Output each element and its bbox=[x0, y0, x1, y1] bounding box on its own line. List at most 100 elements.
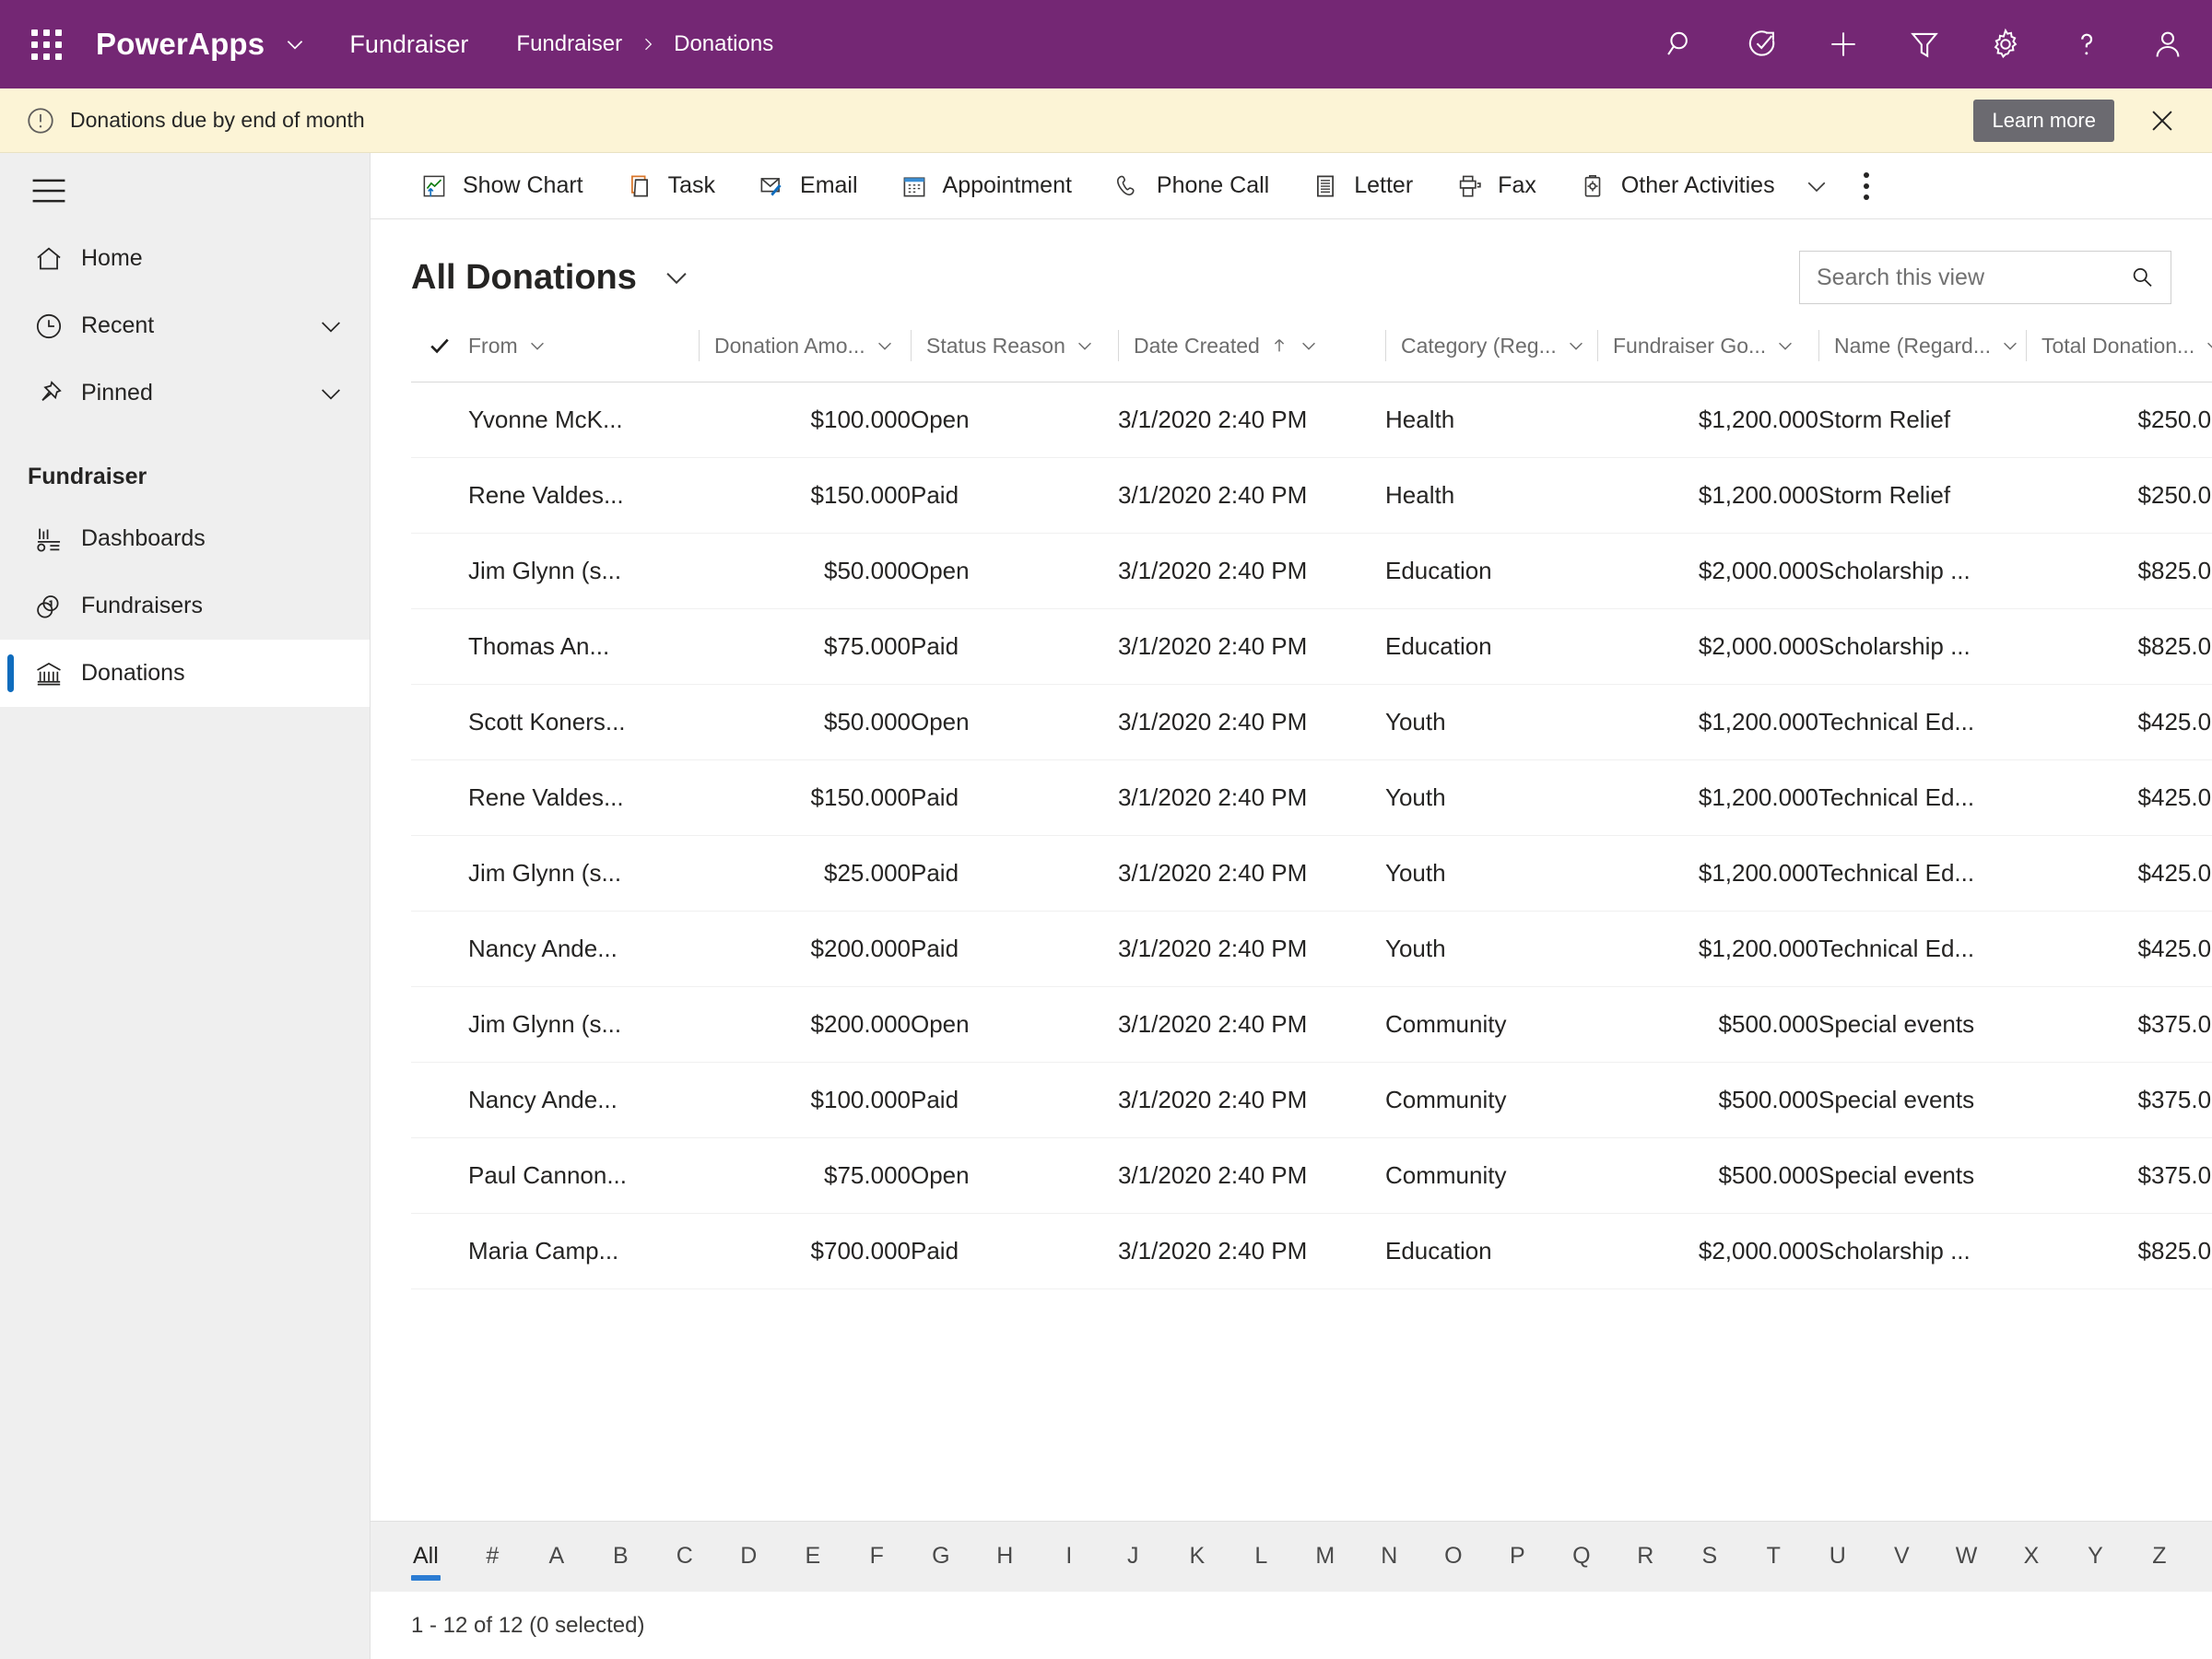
table-row[interactable]: Maria Camp... $700.000 Paid 3/1/2020 2:40 P… bbox=[411, 1213, 2212, 1289]
hamburger-menu-icon[interactable] bbox=[0, 153, 370, 225]
sidebar-item-home[interactable]: Home bbox=[0, 225, 370, 292]
command-appointment[interactable]: Appointment bbox=[878, 159, 1092, 213]
alpha-filter-g[interactable]: G bbox=[929, 1539, 953, 1573]
cell-from[interactable]: Maria Camp... bbox=[468, 1213, 699, 1289]
table-row[interactable]: Paul Cannon... $75.000 Open 3/1/2020 2:40 P… bbox=[411, 1137, 2212, 1214]
column-header-from[interactable]: From bbox=[468, 321, 699, 382]
user-avatar-icon[interactable] bbox=[2147, 24, 2188, 65]
row-select-cell[interactable] bbox=[411, 759, 468, 836]
cell-from[interactable]: Jim Glynn (s... bbox=[468, 533, 699, 609]
column-header-total-donations[interactable]: Total Donation... bbox=[2026, 321, 2212, 382]
row-select-cell[interactable] bbox=[411, 457, 468, 534]
alpha-filter-v[interactable]: V bbox=[1889, 1539, 1913, 1573]
chevron-down-icon[interactable] bbox=[875, 335, 895, 356]
table-row[interactable]: Jim Glynn (s... $25.000 Paid 3/1/2020 2:40 … bbox=[411, 835, 2212, 912]
alpha-filter-s[interactable]: S bbox=[1698, 1539, 1722, 1573]
row-select-cell[interactable] bbox=[411, 533, 468, 609]
row-select-cell[interactable] bbox=[411, 835, 468, 912]
alpha-filter-n[interactable]: N bbox=[1377, 1539, 1401, 1573]
alpha-filter-a[interactable]: A bbox=[545, 1539, 569, 1573]
command-letter[interactable]: Letter bbox=[1289, 159, 1433, 213]
cell-from[interactable]: Scott Koners... bbox=[468, 684, 699, 760]
chevron-down-icon[interactable] bbox=[1075, 335, 1095, 356]
alpha-filter-h[interactable]: H bbox=[993, 1539, 1017, 1573]
alpha-filter-z[interactable]: Z bbox=[2147, 1539, 2171, 1573]
alpha-filter-x[interactable]: X bbox=[2019, 1539, 2043, 1573]
alpha-filter-y[interactable]: Y bbox=[2083, 1539, 2107, 1573]
cell-from[interactable]: Thomas An... bbox=[468, 608, 699, 685]
alpha-filter-d[interactable]: D bbox=[736, 1539, 760, 1573]
alpha-filter-i[interactable]: I bbox=[1057, 1539, 1081, 1573]
row-select-cell[interactable] bbox=[411, 911, 468, 987]
select-all-header[interactable] bbox=[411, 321, 468, 382]
cell-from[interactable]: Rene Valdes... bbox=[468, 457, 699, 534]
chevron-down-icon[interactable] bbox=[316, 312, 346, 341]
cell-from[interactable]: Rene Valdes... bbox=[468, 759, 699, 836]
filter-icon[interactable] bbox=[1904, 24, 1945, 65]
cell-from[interactable]: Nancy Ande... bbox=[468, 911, 699, 987]
table-row[interactable]: Nancy Ande... $200.000 Paid 3/1/2020 2:40 P… bbox=[411, 911, 2212, 987]
column-header-date-created[interactable]: Date Created bbox=[1118, 321, 1385, 382]
row-select-cell[interactable] bbox=[411, 1062, 468, 1138]
quick-actions-icon[interactable] bbox=[1742, 24, 1783, 65]
cell-from[interactable]: Paul Cannon... bbox=[468, 1137, 699, 1214]
alpha-filter-all[interactable]: All bbox=[411, 1539, 441, 1581]
alpha-filter-f[interactable]: F bbox=[865, 1539, 888, 1573]
learn-more-button[interactable]: Learn more bbox=[1973, 99, 2114, 142]
breadcrumb-item-1[interactable]: Donations bbox=[674, 31, 773, 57]
alpha-filter-k[interactable]: K bbox=[1185, 1539, 1209, 1573]
alpha-filter-u[interactable]: U bbox=[1826, 1539, 1850, 1573]
alpha-filter-hash[interactable]: # bbox=[480, 1539, 504, 1573]
app-launcher-icon[interactable] bbox=[20, 18, 72, 70]
chevron-down-icon[interactable] bbox=[316, 379, 346, 408]
column-header-status-reason[interactable]: Status Reason bbox=[911, 321, 1118, 382]
command-task[interactable]: Task bbox=[604, 159, 735, 213]
cell-from[interactable]: Nancy Ande... bbox=[468, 1062, 699, 1138]
cell-from[interactable]: Yvonne McK... bbox=[468, 382, 699, 458]
column-header-category[interactable]: Category (Reg... bbox=[1385, 321, 1597, 382]
command-phone-call[interactable]: Phone Call bbox=[1092, 159, 1289, 213]
search-icon[interactable] bbox=[1661, 24, 1701, 65]
chevron-down-icon[interactable] bbox=[2204, 335, 2212, 356]
sidebar-item-dashboards[interactable]: Dashboards bbox=[0, 505, 370, 572]
alpha-filter-e[interactable]: E bbox=[801, 1539, 825, 1573]
table-row[interactable]: Rene Valdes... $150.000 Paid 3/1/2020 2:40 … bbox=[411, 759, 2212, 836]
alpha-filter-w[interactable]: W bbox=[1954, 1539, 1980, 1573]
search-input[interactable] bbox=[1817, 264, 2128, 291]
command-fax[interactable]: Fax bbox=[1433, 159, 1557, 213]
close-icon[interactable] bbox=[2138, 97, 2186, 145]
gear-icon[interactable] bbox=[1985, 24, 2026, 65]
row-select-cell[interactable] bbox=[411, 1213, 468, 1289]
table-row[interactable]: Jim Glynn (s... $50.000 Open 3/1/2020 2:40 … bbox=[411, 533, 2212, 609]
command-email[interactable]: Email bbox=[735, 159, 878, 213]
chevron-down-icon[interactable] bbox=[661, 262, 692, 293]
alpha-filter-l[interactable]: L bbox=[1249, 1539, 1273, 1573]
alpha-filter-p[interactable]: P bbox=[1505, 1539, 1529, 1573]
row-select-cell[interactable] bbox=[411, 608, 468, 685]
alpha-filter-t[interactable]: T bbox=[1761, 1539, 1785, 1573]
command-other-activities[interactable]: Other Activities bbox=[1557, 159, 1795, 213]
checkmark-icon[interactable] bbox=[411, 333, 468, 359]
column-header-name-regarding[interactable]: Name (Regard... bbox=[1818, 321, 2026, 382]
row-select-cell[interactable] bbox=[411, 382, 468, 458]
chevron-down-icon[interactable] bbox=[2000, 335, 2020, 356]
sidebar-item-fundraisers[interactable]: Fundraisers bbox=[0, 572, 370, 640]
chevron-down-icon[interactable] bbox=[1775, 335, 1795, 356]
alpha-filter-c[interactable]: C bbox=[673, 1539, 697, 1573]
table-row[interactable]: Thomas An... $75.000 Paid 3/1/2020 2:40 PM E… bbox=[411, 608, 2212, 685]
alpha-filter-b[interactable]: B bbox=[608, 1539, 632, 1573]
sidebar-item-recent[interactable]: Recent bbox=[0, 292, 370, 359]
help-icon[interactable] bbox=[2066, 24, 2107, 65]
alpha-filter-m[interactable]: M bbox=[1313, 1539, 1337, 1573]
cell-from[interactable]: Jim Glynn (s... bbox=[468, 835, 699, 912]
row-select-cell[interactable] bbox=[411, 1137, 468, 1214]
table-row[interactable]: Jim Glynn (s... $200.000 Open 3/1/2020 2:40… bbox=[411, 986, 2212, 1063]
alpha-filter-j[interactable]: J bbox=[1121, 1539, 1145, 1573]
search-view-box[interactable] bbox=[1799, 251, 2171, 304]
row-select-cell[interactable] bbox=[411, 684, 468, 760]
sidebar-item-pinned[interactable]: Pinned bbox=[0, 359, 370, 427]
new-record-icon[interactable] bbox=[1823, 24, 1864, 65]
more-vertical-icon[interactable] bbox=[1838, 171, 1895, 200]
chevron-down-icon[interactable] bbox=[527, 335, 547, 356]
column-header-fundraiser-goal[interactable]: Fundraiser Go... bbox=[1597, 321, 1818, 382]
